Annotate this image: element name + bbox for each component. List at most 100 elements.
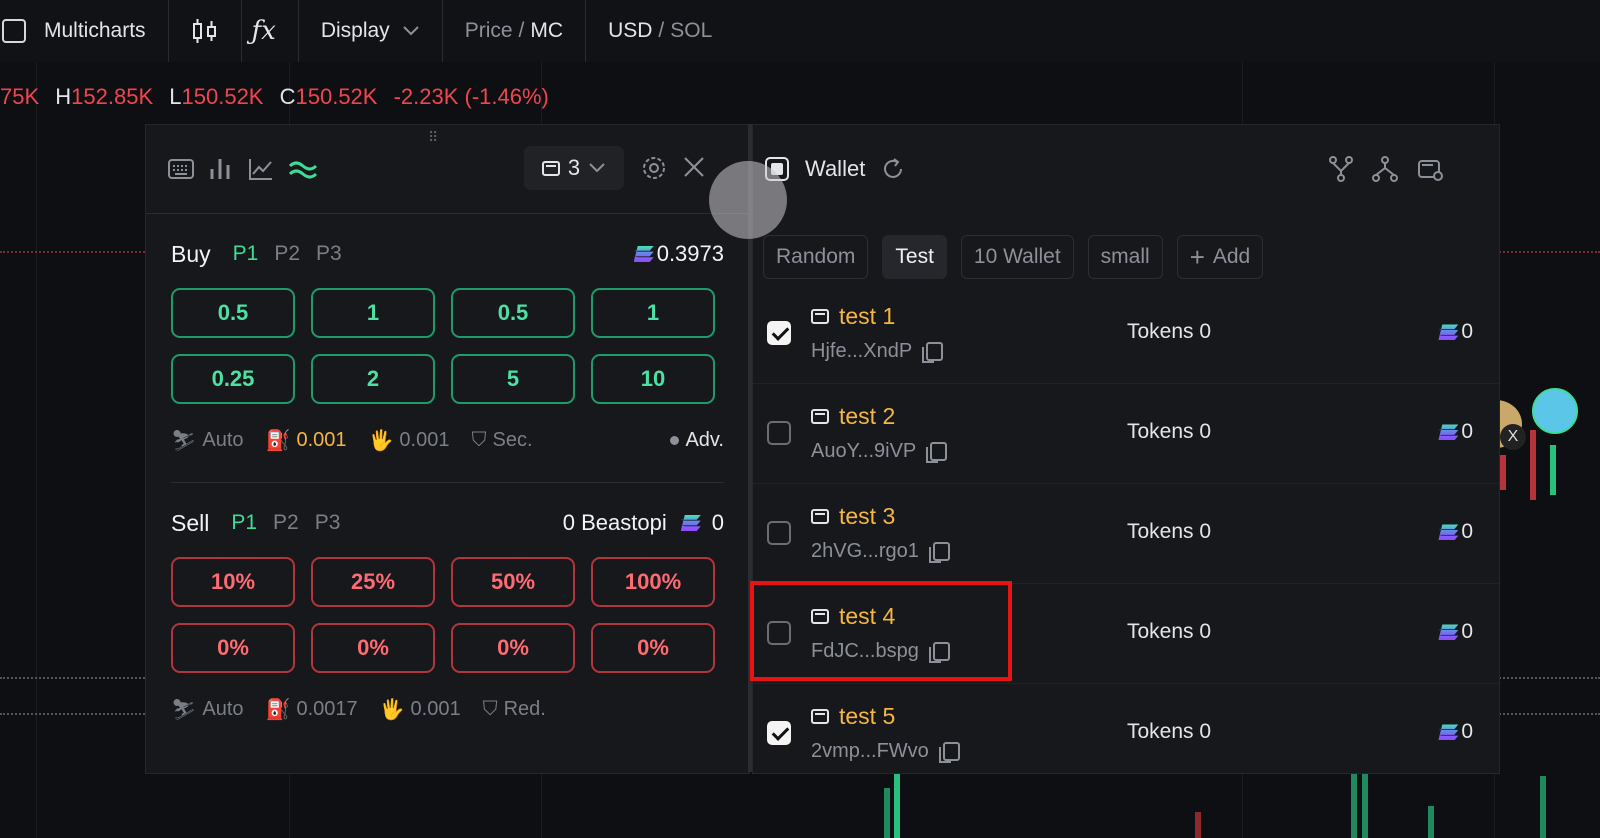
wallet-settings-icon[interactable] (1417, 155, 1445, 183)
sell-percent-button[interactable]: 25% (311, 557, 435, 607)
wallet-checkbox[interactable] (767, 421, 791, 445)
sell-percent-button[interactable]: 0% (171, 623, 295, 673)
low-label: L (169, 84, 182, 109)
copy-icon[interactable] (922, 342, 944, 363)
buy-amount-button[interactable]: 1 (311, 288, 435, 338)
sell-percent-button[interactable]: 0% (591, 623, 715, 673)
copy-icon[interactable] (938, 742, 960, 763)
buy-amount-button[interactable]: 5 (451, 354, 575, 404)
wallet-row[interactable]: test 2 AuoY...9iVP Tokens 0 0 (753, 383, 1499, 484)
wallet-icon (811, 509, 829, 524)
price-option[interactable]: Price (465, 19, 513, 43)
sell-percent-button[interactable]: 0% (311, 623, 435, 673)
sell-tip-setting[interactable]: 🖐 0.001 (380, 697, 461, 722)
chart-candle (1351, 770, 1357, 838)
add-group-button[interactable]: + Add (1176, 235, 1264, 279)
red-label: Red. (503, 697, 546, 720)
candles-icon (191, 18, 219, 44)
wallet-row[interactable]: test 5 2vmp...FWvo Tokens 0 0 (753, 683, 1499, 772)
buy-amount-button[interactable]: 2 (311, 354, 435, 404)
close-icon[interactable] (682, 155, 706, 179)
group-chip-random[interactable]: Random (763, 235, 869, 279)
mc-option[interactable]: MC (530, 19, 563, 43)
wallet-panel-header: Wallet (753, 125, 1499, 213)
price-mc-toggle[interactable]: Price / MC (443, 0, 587, 62)
wallet-name: test 2 (811, 403, 895, 430)
x-badge-icon[interactable]: X (1500, 424, 1526, 450)
wallet-checkbox[interactable] (767, 321, 791, 345)
sell-percent-button[interactable]: 50% (451, 557, 575, 607)
sell-preset-p2[interactable]: P2 (273, 511, 299, 535)
sell-gas-setting[interactable]: ⛽ 0.0017 (266, 697, 358, 722)
sell-percent-button[interactable]: 10% (171, 557, 295, 607)
indicators-button[interactable]: ƒx (230, 0, 299, 62)
sell-title: Sell (171, 509, 210, 536)
waves-icon[interactable] (288, 158, 318, 180)
buy-amount-button[interactable]: 0.5 (171, 288, 295, 338)
sell-balances: 0 Beastopi 0 (563, 510, 724, 536)
tip-value: 0.001 (399, 428, 450, 451)
buy-preset-p3[interactable]: P3 (316, 242, 342, 266)
settings-gear-icon[interactable] (641, 155, 667, 181)
buy-auto-toggle[interactable]: ⛷ Auto (171, 428, 244, 453)
group-chip-10-wallet[interactable]: 10 Wallet (960, 235, 1074, 279)
buy-sec-toggle[interactable]: ⛉ Sec. (471, 429, 532, 452)
wallet-checkbox[interactable] (767, 521, 791, 545)
wallet-row[interactable]: test 1 Hjfe...XndP Tokens 0 0 (753, 283, 1499, 384)
wallet-row[interactable]: test 3 2hVG...rgo1 Tokens 0 0 (753, 483, 1499, 584)
display-dropdown[interactable]: Display (299, 0, 443, 62)
sell-preset-p3[interactable]: P3 (315, 511, 341, 535)
wallet-address: Hjfe...XndP (811, 340, 944, 363)
buy-amount-button[interactable]: 10 (591, 354, 715, 404)
buy-amount-button[interactable]: 1 (591, 288, 715, 338)
sell-red-toggle[interactable]: ⛉ Red. (483, 698, 546, 721)
wallet-title: Wallet (805, 156, 866, 181)
copy-icon[interactable] (926, 442, 948, 463)
buy-tip-setting[interactable]: 🖐 0.001 (369, 428, 450, 453)
wallet-name-text: test 2 (839, 403, 896, 429)
high-value: 152.85K (71, 84, 154, 109)
split-icon[interactable] (1371, 155, 1399, 183)
buy-preset-p2[interactable]: P2 (274, 242, 300, 266)
sell-options: ⛷ Auto ⛽ 0.0017 🖐 0.001 ⛉ Red. (171, 689, 724, 729)
adv-label: Adv. (685, 428, 724, 451)
wallet-name-text: test 5 (839, 703, 896, 729)
wallet-count-selector[interactable]: 3 (524, 146, 624, 190)
usd-option[interactable]: USD (608, 19, 652, 43)
sol-option[interactable]: SOL (670, 19, 712, 43)
merge-icon[interactable] (1327, 155, 1355, 183)
wallet-checkbox[interactable] (767, 721, 791, 745)
token-avatar[interactable] (1532, 388, 1578, 434)
sell-percent-button[interactable]: 100% (591, 557, 715, 607)
solana-icon (633, 246, 654, 262)
wallet-address-text: 2hVG...rgo1 (811, 540, 919, 562)
bar-chart-icon[interactable] (208, 157, 234, 181)
sell-auto-toggle[interactable]: ⛷ Auto (171, 697, 244, 722)
multicharts-label: Multicharts (44, 19, 146, 42)
buy-adv-toggle[interactable]: Adv. (670, 429, 724, 452)
sell-preset-p1[interactable]: P1 (231, 511, 257, 535)
chart-candle (1550, 445, 1556, 495)
refresh-icon[interactable] (881, 157, 905, 181)
section-divider (171, 482, 724, 483)
sell-percent-button[interactable]: 0% (451, 623, 575, 673)
wallet-name: test 3 (811, 503, 895, 530)
buy-amount-button[interactable]: 0.25 (171, 354, 295, 404)
keyboard-icon[interactable] (168, 159, 194, 179)
solana-icon (1438, 324, 1459, 341)
currency-toggle[interactable]: USD / SOL (586, 0, 734, 62)
auto-label: Auto (202, 428, 244, 451)
low-value: 150.52K (181, 84, 264, 109)
buy-amount-button[interactable]: 0.5 (451, 288, 575, 338)
sec-label: Sec. (492, 428, 533, 451)
copy-icon[interactable] (928, 542, 950, 563)
buy-gas-setting[interactable]: ⛽ 0.001 (266, 428, 347, 453)
line-chart-icon[interactable] (248, 157, 274, 181)
group-chip-test[interactable]: Test (882, 235, 947, 279)
solana-icon (1438, 424, 1459, 441)
multicharts-toggle[interactable]: Multicharts (0, 0, 169, 62)
buy-preset-p1[interactable]: P1 (233, 242, 259, 266)
change-value: -2.23K (-1.46%) (393, 84, 549, 109)
wallet-icon (541, 160, 560, 176)
group-chip-small[interactable]: small (1087, 235, 1163, 279)
